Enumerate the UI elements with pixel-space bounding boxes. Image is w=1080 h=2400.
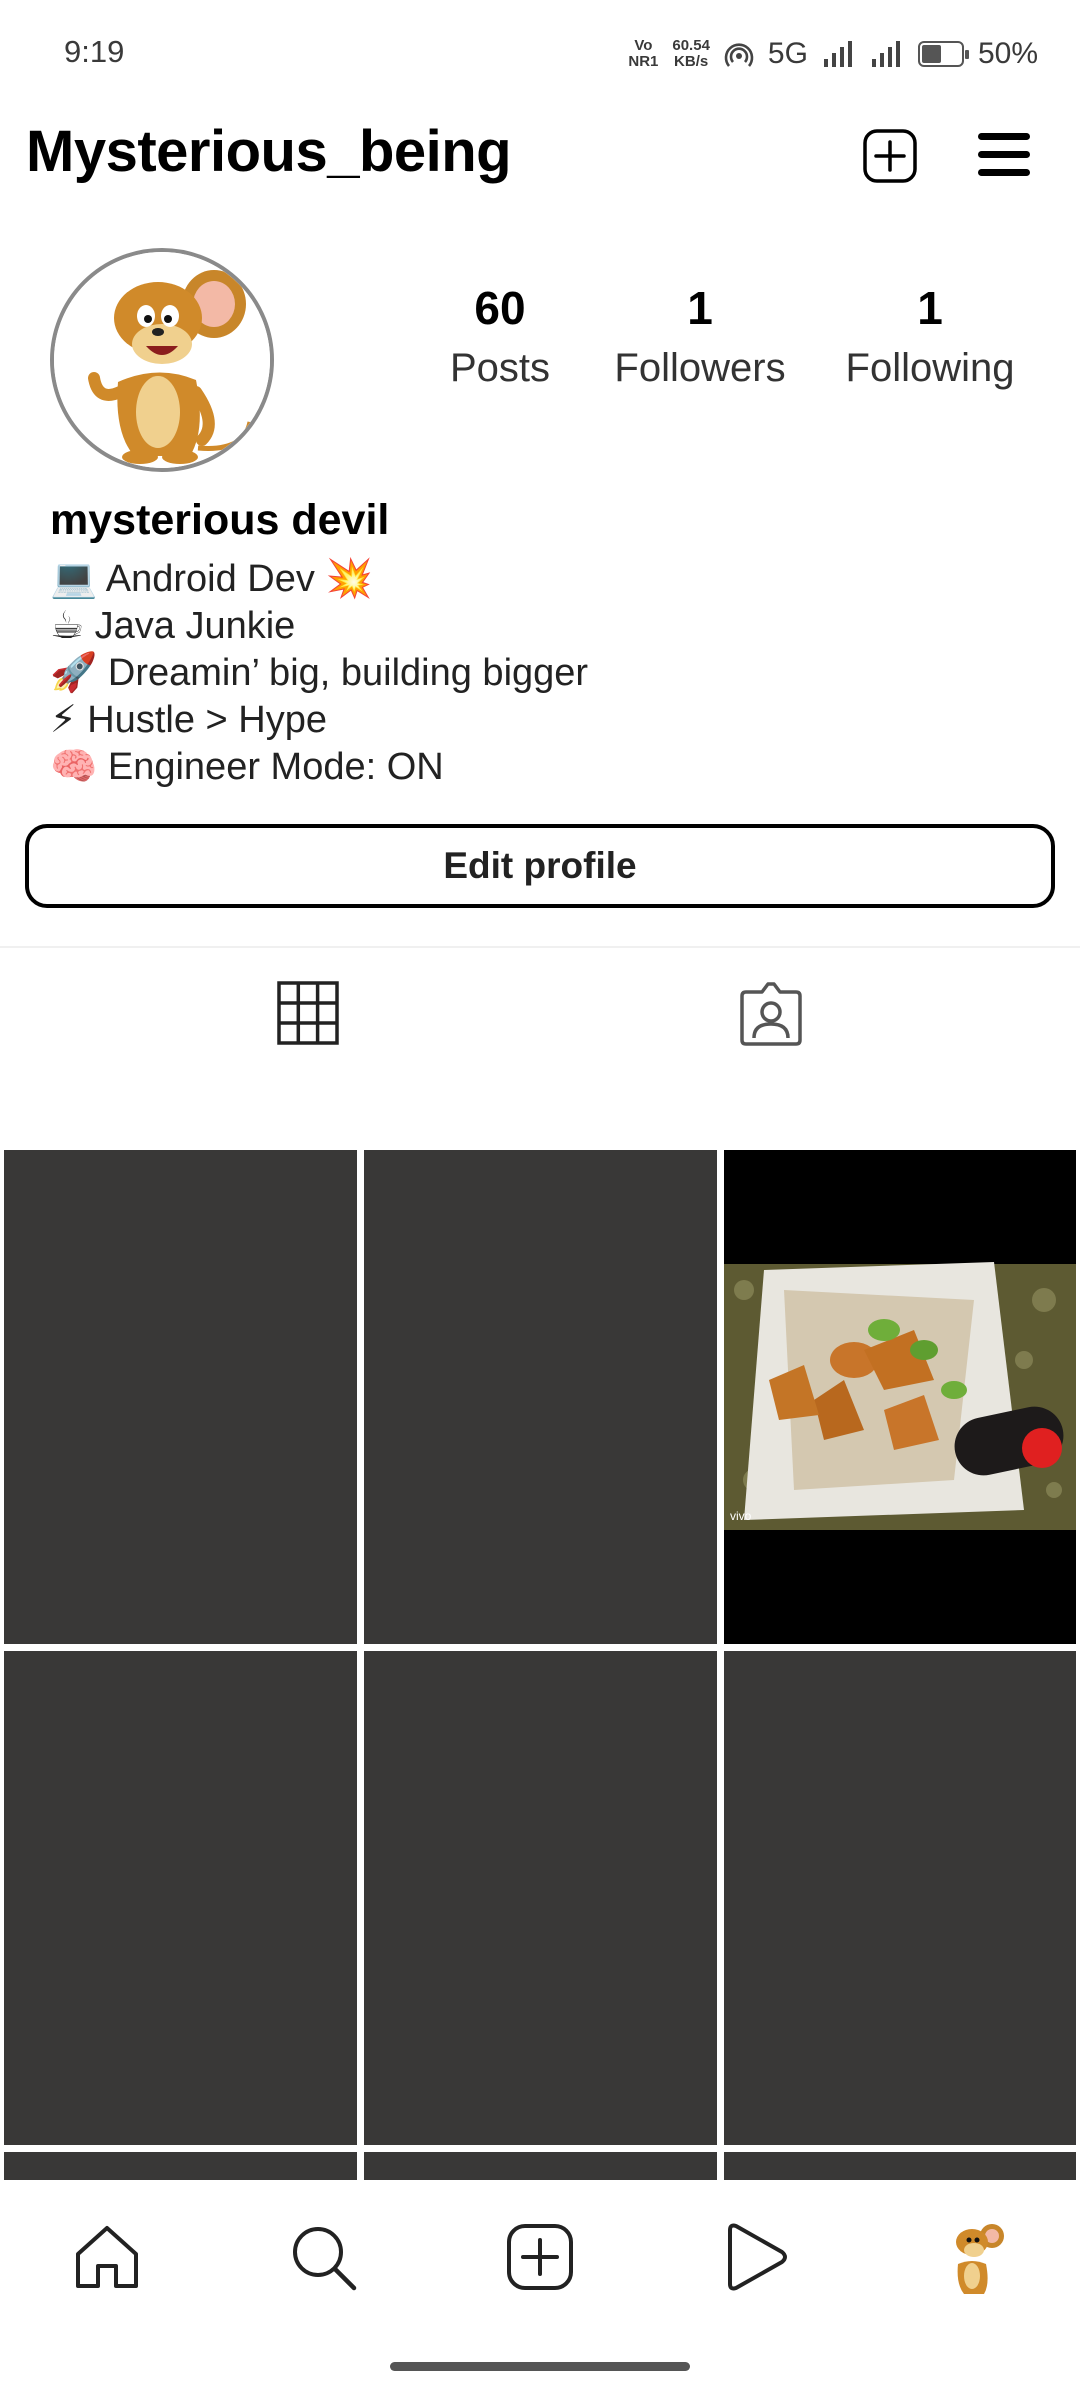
edit-profile-button[interactable]: Edit profile [25,824,1055,908]
cartoon-mouse-avatar-icon [54,252,270,468]
search-icon[interactable] [288,2222,358,2292]
network-speed: 60.54 KB/s [672,37,710,70]
stat-posts-count: 60 [474,282,526,334]
stat-followers[interactable]: 1 Followers [600,282,800,394]
create-post-icon[interactable] [862,128,918,184]
post-tile[interactable] [4,1150,357,1644]
hotspot-icon [724,43,754,67]
post-tile[interactable] [364,1150,717,1644]
photo-watermark: vivo [730,1509,752,1523]
stat-followers-label: Followers [614,346,786,390]
bio-line: 🚀 Dreamin’ big, building bigger [50,652,589,694]
post-tile-food-photo[interactable]: vivo [724,1150,1076,1644]
bio-line: 🧠 Engineer Mode: ON [50,746,444,788]
home-indicator[interactable] [390,2362,690,2371]
stat-posts[interactable]: 60 Posts [430,282,570,394]
section-divider [0,946,1080,948]
post-tile[interactable] [724,1651,1076,2145]
grid-icon[interactable] [276,980,340,1046]
tagged-person-icon[interactable] [738,980,804,1048]
profile-bio: 💻 Android Dev 💥 ☕ Java Junkie 🚀 Dreamin’… [50,556,588,791]
home-icon[interactable] [72,2222,142,2292]
status-time: 9:19 [64,34,125,69]
status-bar-right: Vo NR1 60.54 KB/s 5G 50% [628,34,1038,74]
food-photo-image: vivo [724,1150,1076,1644]
battery-percent: 50% [977,37,1038,70]
profile-username[interactable]: Mysterious_being [26,118,512,185]
profile-avatar[interactable] [50,248,274,472]
stat-following-label: Following [845,346,1015,390]
stat-posts-label: Posts [449,346,551,390]
signal-strength-icon [823,41,852,67]
profile-display-name: mysterious devil [50,496,390,544]
bio-line: ⚡ Hustle > Hype [50,699,327,741]
bio-line: ☕ Java Junkie [50,605,296,647]
post-tile[interactable] [4,1651,357,2145]
stat-followers-count: 1 [687,282,713,334]
signal-strength-2-icon [871,41,900,67]
battery-icon [917,41,969,67]
create-icon[interactable] [505,2222,575,2292]
bio-line: 💻 Android Dev 💥 [50,558,373,600]
stat-following[interactable]: 1 Following [830,282,1030,394]
cartoon-mouse-small-icon [956,2224,1004,2294]
reels-icon[interactable] [720,2222,790,2292]
network-type: 5G [767,37,808,70]
post-tile[interactable] [364,1651,717,2145]
volte-indicator: Vo NR1 [628,37,659,70]
stat-following-count: 1 [917,282,943,334]
profile-nav-avatar[interactable] [936,2218,1012,2296]
hamburger-menu-icon[interactable] [978,130,1030,180]
